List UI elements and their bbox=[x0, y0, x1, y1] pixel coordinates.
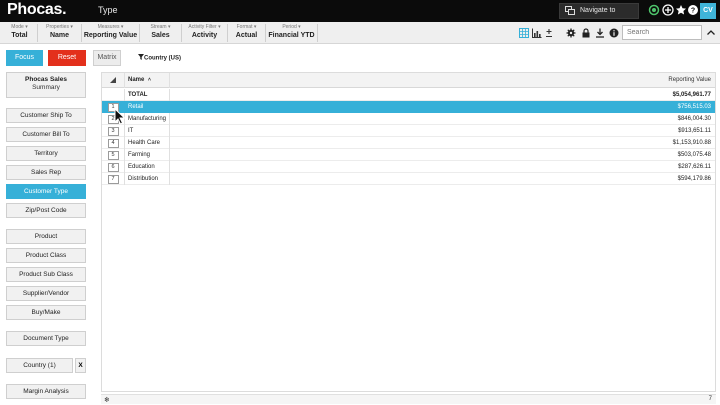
phocas-logo[interactable]: Phocas. bbox=[7, 1, 67, 19]
sidebar-item-territory[interactable]: Territory bbox=[6, 146, 86, 161]
remove-country-filter-button[interactable]: X bbox=[75, 358, 86, 373]
info-icon[interactable] bbox=[609, 28, 619, 38]
row-index: 3 bbox=[107, 127, 119, 136]
country-filter-tag[interactable]: Country (US) bbox=[138, 54, 181, 62]
sidebar-item-customer-bill-to[interactable]: Customer Bill To bbox=[6, 127, 86, 142]
search-input[interactable] bbox=[622, 25, 702, 40]
sidebar-item-customer-ship-to[interactable]: Customer Ship To bbox=[6, 108, 86, 123]
total-row: TOTAL $5,054,961.77 bbox=[102, 89, 715, 101]
row-value: $1,153,910.88 bbox=[672, 140, 711, 146]
row-count: 7 bbox=[708, 396, 712, 402]
sidebar-item-product[interactable]: Product bbox=[6, 229, 86, 244]
sidebar-item-document-type[interactable]: Document Type bbox=[6, 331, 86, 346]
sidebar-item-customer-type[interactable]: Customer Type bbox=[6, 184, 86, 199]
sidebar-item-country[interactable]: Country (1) bbox=[6, 358, 73, 373]
row-value: $756,515.03 bbox=[677, 104, 711, 110]
download-icon[interactable] bbox=[595, 28, 605, 38]
summary-view-button[interactable]: Phocas Sales Summary bbox=[6, 72, 86, 98]
matrix-button[interactable]: Matrix bbox=[93, 50, 121, 66]
navigate-icon bbox=[565, 6, 575, 15]
table-row[interactable]: 7 Distribution $594,179.86 bbox=[102, 173, 715, 185]
row-name[interactable]: Health Care bbox=[124, 137, 170, 149]
grid-view-icon[interactable] bbox=[519, 28, 529, 38]
table-row[interactable]: 1 Retail $756,515.03 bbox=[102, 101, 715, 113]
chart-icon[interactable] bbox=[532, 28, 542, 38]
stream-menu[interactable]: Stream ▾ Sales bbox=[140, 24, 182, 42]
row-value: $846,004.30 bbox=[677, 116, 711, 122]
table-row[interactable]: 6 Education $287,626.11 bbox=[102, 161, 715, 173]
summary-subtitle: Summary bbox=[32, 84, 60, 91]
row-value: $287,626.11 bbox=[678, 164, 711, 170]
row-value: $913,651.11 bbox=[678, 128, 711, 134]
grid-footer: ❄ 7 bbox=[101, 394, 716, 404]
status-icon[interactable] bbox=[648, 4, 660, 16]
lock-icon[interactable] bbox=[581, 28, 591, 38]
row-value: $594,179.86 bbox=[677, 176, 711, 182]
collapse-icon[interactable] bbox=[706, 28, 716, 38]
sidebar-item-buy-make[interactable]: Buy/Make bbox=[6, 305, 86, 320]
row-index: 6 bbox=[107, 163, 119, 172]
row-index: 7 bbox=[107, 175, 119, 184]
row-name[interactable]: Retail bbox=[124, 101, 170, 113]
filter-label: Country (US) bbox=[144, 55, 181, 62]
navigate-label: Navigate to bbox=[580, 7, 616, 14]
snowflake-icon[interactable]: ❄ bbox=[104, 396, 110, 404]
add-circle-icon[interactable] bbox=[662, 4, 674, 16]
mode-menu[interactable]: Mode ▾ Total bbox=[2, 24, 38, 42]
toolbar: Mode ▾ Total Properties ▾ Name Measures … bbox=[0, 22, 720, 44]
select-all-corner[interactable] bbox=[102, 73, 124, 88]
total-value: $5,054,961.77 bbox=[672, 92, 711, 98]
corner-triangle-icon bbox=[110, 77, 116, 83]
measures-menu[interactable]: Measures ▾ Reporting Value bbox=[82, 24, 140, 42]
row-name[interactable]: Education bbox=[124, 161, 170, 173]
row-index: 5 bbox=[107, 151, 119, 160]
summary-title: Phocas Sales bbox=[25, 76, 67, 83]
help-icon[interactable]: ? bbox=[687, 4, 699, 16]
sidebar-item-product-sub-class[interactable]: Product Sub Class bbox=[6, 267, 86, 282]
star-icon[interactable] bbox=[675, 4, 687, 16]
properties-menu[interactable]: Properties ▾ Name bbox=[38, 24, 82, 42]
name-column-header[interactable]: Name ˄ bbox=[124, 73, 170, 88]
page-title: Type bbox=[98, 5, 118, 15]
svg-text:?: ? bbox=[691, 8, 695, 15]
total-label: TOTAL bbox=[124, 89, 170, 101]
row-name[interactable]: Distribution bbox=[124, 173, 170, 185]
row-index: 4 bbox=[107, 139, 119, 148]
sort-ascending-icon: ˄ bbox=[148, 77, 151, 83]
sidebar-item-margin-analysis[interactable]: Margin Analysis bbox=[6, 384, 86, 399]
reset-button[interactable]: Reset bbox=[48, 50, 86, 66]
plus-minus-icon[interactable] bbox=[544, 28, 554, 38]
sidebar-item-product-class[interactable]: Product Class bbox=[6, 248, 86, 263]
settings-icon[interactable] bbox=[566, 28, 576, 38]
sidebar-item-supplier-vendor[interactable]: Supplier/Vendor bbox=[6, 286, 86, 301]
row-name[interactable]: IT bbox=[124, 125, 170, 137]
top-bar: Phocas. Type Navigate to ? CV bbox=[0, 0, 720, 22]
reporting-value-column-header[interactable]: Reporting Value bbox=[668, 73, 711, 88]
format-menu[interactable]: Format ▾ Actual bbox=[228, 24, 266, 42]
sidebar-item-zip-post-code[interactable]: Zip/Post Code bbox=[6, 203, 86, 218]
row-name[interactable]: Farming bbox=[124, 149, 170, 161]
row-name[interactable]: Manufacturing bbox=[124, 113, 170, 125]
activity-filter-menu[interactable]: Activity Filter ▾ Activity bbox=[182, 24, 228, 42]
sidebar-item-sales-rep[interactable]: Sales Rep bbox=[6, 165, 86, 180]
period-menu[interactable]: Period ▾ Financial YTD bbox=[266, 24, 318, 42]
data-grid: Name ˄ Reporting Value TOTAL $5,054,961.… bbox=[101, 72, 716, 392]
focus-button[interactable]: Focus bbox=[6, 50, 43, 66]
table-row[interactable]: 2 Manufacturing $846,004.30 bbox=[102, 113, 715, 125]
navigate-to-button[interactable]: Navigate to bbox=[559, 3, 639, 19]
grid-header-row: Name ˄ Reporting Value bbox=[102, 73, 715, 88]
table-row[interactable]: 3 IT $913,651.11 bbox=[102, 125, 715, 137]
mouse-cursor-icon bbox=[114, 108, 126, 125]
table-row[interactable]: 4 Health Care $1,153,910.88 bbox=[102, 137, 715, 149]
row-value: $503,075.48 bbox=[677, 152, 711, 158]
table-row[interactable]: 5 Farming $503,075.48 bbox=[102, 149, 715, 161]
app-window: Phocas. Type Navigate to ? CV Mode ▾ Tot… bbox=[0, 0, 720, 405]
user-avatar[interactable]: CV bbox=[700, 3, 716, 19]
